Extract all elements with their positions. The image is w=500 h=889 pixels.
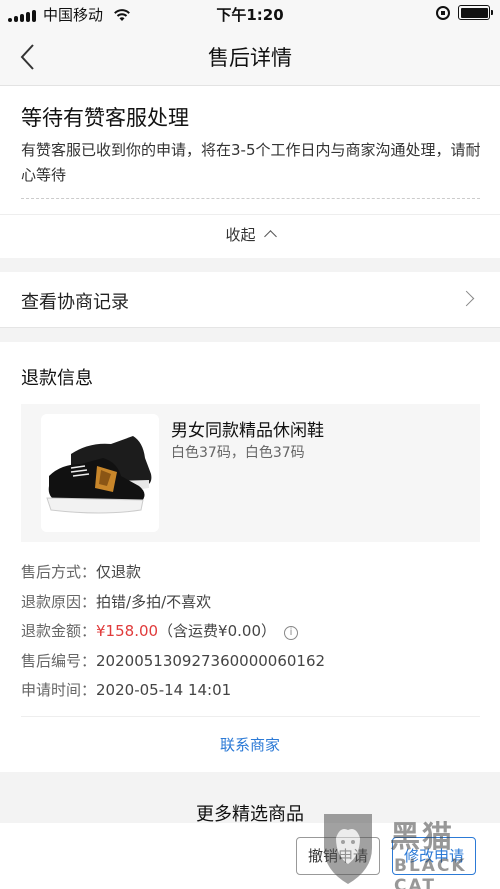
info-row-method: 售后方式：仅退款 — [21, 558, 325, 588]
status-description: 有赞客服已收到你的申请，将在3-5个工作日内与商家沟通处理，请耐心等待 — [21, 141, 481, 184]
refund-info-rows: 售后方式：仅退款 退款原因：拍错/多拍/不喜欢 退款金额：¥158.00（含运费… — [21, 558, 325, 706]
sneaker-image — [41, 414, 159, 532]
product-item[interactable]: 男女同款精品休闲鞋 白色37码，白色37码 — [21, 404, 480, 542]
contact-merchant-link[interactable]: 联系商家 — [0, 734, 500, 755]
info-value: 2020-05-14 14:01 — [96, 681, 232, 699]
status-title: 等待有赞客服处理 — [21, 106, 189, 130]
info-value: 拍错/多拍/不喜欢 — [96, 592, 212, 611]
cancel-request-button[interactable]: 撤销申请 — [296, 837, 380, 875]
negotiation-record-label: 查看协商记录 — [21, 292, 129, 313]
info-label: 售后编号： — [21, 651, 97, 670]
divider — [0, 214, 500, 215]
status-bar: 中国移动 下午1:20 — [0, 0, 500, 28]
collapse-button[interactable]: 收起 — [0, 224, 500, 245]
info-value: 202005130927360000060162 — [96, 651, 326, 670]
modify-request-button[interactable]: 修改申请 — [392, 837, 476, 875]
page-title: 售后详情 — [208, 46, 292, 70]
collapse-label: 收起 — [225, 226, 256, 244]
negotiation-record-row[interactable]: 查看协商记录 — [0, 272, 500, 328]
chevron-right-icon — [458, 290, 475, 307]
refund-section-title: 退款信息 — [21, 368, 93, 389]
refund-info-card: 退款信息 男女同款精品休闲鞋 白色37码，白色37码 售后方式：仅退款 退款原因… — [0, 342, 500, 772]
status-time: 下午1:20 — [216, 6, 284, 24]
divider — [21, 198, 480, 199]
info-row-id: 售后编号：202005130927360000060162 — [21, 647, 325, 677]
info-value: 仅退款 — [96, 563, 142, 581]
product-name: 男女同款精品休闲鞋 — [171, 421, 324, 441]
status-right — [436, 5, 493, 20]
battery-icon — [458, 5, 493, 20]
info-label: 退款原因： — [21, 592, 97, 611]
orientation-lock-icon — [436, 5, 450, 20]
action-bar: 撤销申请 修改申请 — [0, 823, 500, 889]
info-label: 售后方式： — [21, 563, 97, 581]
refund-amount: ¥158.00 — [96, 622, 159, 640]
product-spec: 白色37码，白色37码 — [171, 445, 305, 461]
status-card: 等待有赞客服处理 有赞客服已收到你的申请，将在3-5个工作日内与商家沟通处理，请… — [0, 86, 500, 258]
info-row-time: 申请时间：2020-05-14 14:01 — [21, 676, 325, 706]
product-image — [41, 414, 159, 532]
shipping-note: （含运费¥0.00） — [158, 622, 276, 640]
info-row-amount: 退款金额：¥158.00（含运费¥0.00） i — [21, 617, 325, 647]
info-icon[interactable]: i — [284, 626, 298, 640]
nav-bar: 售后详情 — [0, 28, 500, 86]
info-row-reason: 退款原因：拍错/多拍/不喜欢 — [21, 588, 325, 618]
chevron-up-icon — [263, 230, 277, 243]
divider — [21, 716, 480, 717]
info-label: 退款金额： — [21, 622, 97, 640]
info-label: 申请时间： — [21, 681, 97, 699]
